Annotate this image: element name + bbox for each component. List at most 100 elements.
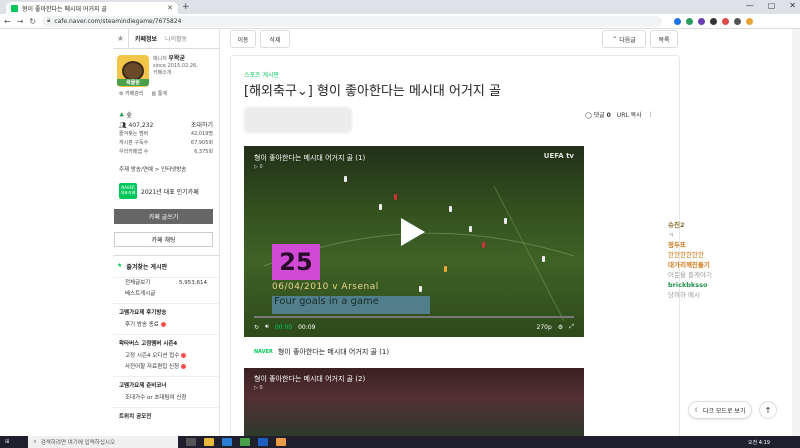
taskbar-search[interactable]: ⌕ 검색하려면 여기에 입력하십시오 [27,436,178,448]
cafe-stats: 👥︎ 407,232 초대하기 즐겨찾는 멤버 42,019명 게시판 구독수 67,… [119,121,213,155]
new-badge-icon [181,364,187,369]
profile-avatar[interactable] [746,17,754,25]
menu-section: 왁타버스 고정멤버 시즌4 [113,334,219,351]
app-icon[interactable] [257,438,268,446]
fav-boards-header: ★ 즐겨찾는 게시판 [113,255,219,278]
menu-item[interactable]: 조대가수 or 초대팀여 신청 [113,393,219,404]
tray-clock[interactable]: 오전 4:19 [748,439,770,446]
tab-my-activity[interactable]: 나의활동 [163,34,189,43]
star-icon: ★ [117,262,123,269]
video-title: 형이 좋아한다는 메시대 어거지 골 (1) [254,154,366,162]
replay-icon[interactable]: ↻ [254,324,259,331]
cafe-favicon-icon [11,4,18,12]
quality-selector[interactable]: 270p [537,324,552,331]
fullscreen-icon[interactable]: ⤢ [569,323,574,331]
comments-link[interactable]: ◯ 댓글 0 [585,110,611,119]
next-post-button[interactable]: ⌃ 다음글 [602,30,646,48]
volume-icon[interactable]: 🔊︎ [265,323,269,331]
new-tab-icon[interactable]: + [182,2,190,12]
chat-name: 대가리깨진돌기 [668,261,710,269]
window-controls: — ▢ ✕ [746,1,796,10]
stats-link[interactable]: ▥ 통계 [151,90,167,97]
page-scrollbar[interactable] [792,29,800,438]
reload-icon[interactable]: ↻ [29,17,36,26]
new-badge-icon [181,353,187,358]
comment-icon: ◯ [585,112,592,119]
windows-start-icon[interactable]: ⊞ [5,439,10,445]
video-caption-title[interactable]: 형이 좋아한다는 메시대 어거지 골 (1) [278,347,389,357]
chrome-icon[interactable] [275,438,286,446]
menu-item[interactable]: 전체글보기 5,953,614 [113,278,219,289]
url-text: cafe.naver.com/steamindiegame/7675824 [54,17,182,25]
match-date: 06/04/2010 v Arsenal [272,282,379,292]
chat-name: 정두또 [668,241,686,249]
cafe-theme: 주제 방송/연예 > 인터넷방송 [119,167,187,173]
naver-tag: NAVER [254,349,273,355]
close-window-icon[interactable]: ✕ [789,1,796,10]
tree-icon: ♣ [119,112,125,119]
extension-icon[interactable] [734,17,742,25]
chat-overlay: 슈진2 ㅋ 정두또 한한한한한한 대가리깨진돌기 어둔을 들게야기 brickb… [668,220,798,300]
overlay-caption: Four goals in a game [272,296,430,314]
settings-icon[interactable]: ⚙ [558,324,563,331]
cafe-intro-link[interactable]: 카페소개 [153,70,171,76]
scroll-top-button[interactable]: ↑ [759,401,777,419]
new-badge-icon [160,322,166,327]
menu-item[interactable]: 사전어할 자료편집 신청 [113,362,219,373]
cafe-chat-button[interactable]: 카페 채팅 [114,232,213,247]
tab-cafe-info[interactable]: 카페정보 [129,34,163,43]
video-title: 형이 좋아한다는 메시대 어거지 골 (2) [254,375,366,383]
back-icon[interactable]: ← [4,17,11,26]
extension-icon[interactable] [722,17,730,25]
cafe-manage-link[interactable]: ⚙ 카페관리 [119,90,143,97]
player-number: 25 [272,244,320,280]
extension-icon[interactable] [710,17,718,25]
video-player-2[interactable]: 형이 좋아한다는 메시대 어거지 골 (2) ▷ 0 [244,368,584,440]
cafe-level: ♣ 숲 [119,112,132,119]
member-count: 👥︎ 407,232 [119,122,154,129]
video-views: ▷ 0 [254,164,263,170]
cafe-info: 매니저 우왁굳 since 2015.02.26. 카페소개 [153,55,198,76]
play-icon[interactable] [401,218,425,246]
extensions [674,17,754,25]
extension-icon[interactable] [686,17,694,25]
extension-icon[interactable] [698,17,706,25]
url-field[interactable]: 🔒︎ cafe.naver.com/steamindiegame/7675824 [42,15,663,27]
menu-item[interactable]: 고정 시즌4 오디션 접수 [113,351,219,362]
video-player[interactable]: 형이 좋아한다는 메시대 어거지 골 (1) ▷ 0 UEFA tv 25 06… [244,146,584,337]
more-options-icon[interactable]: ⋮ [648,111,654,118]
move-button[interactable]: 이동 [230,30,256,48]
manager-name[interactable]: 우왁굳 [168,55,185,62]
app-icon[interactable] [239,438,250,446]
members-icon: 👥︎ [119,122,127,129]
write-post-button[interactable]: 카페 글쓰기 [114,209,213,224]
copy-url-button[interactable]: URL 복사 [617,110,642,119]
video-progress-bar[interactable] [254,316,574,318]
cafe-logo[interactable]: 왁물원 [117,55,149,87]
extension-icon[interactable] [674,17,682,25]
task-view-icon[interactable] [185,438,196,446]
chat-message: ㅋ [668,231,674,239]
lock-icon: 🔒︎ [47,17,51,24]
menu-section: 트위치 공모전 [113,407,219,424]
dark-mode-button[interactable]: ☾ 다크 모드로 보기 [688,401,752,419]
browser-tab[interactable]: 형이 좋아한다는 메시대 어거지 골 ✕ [6,2,178,14]
delete-button[interactable]: 삭제 [260,30,290,48]
file-explorer-icon[interactable] [203,438,214,446]
menu-item[interactable]: 후기 방송 종료 [113,320,219,331]
menu-section: 고멤가요제 후기방송 [113,303,219,320]
close-tab-icon[interactable]: ✕ [167,4,173,12]
app-icon[interactable] [221,438,232,446]
chat-message: 당하하 메시 [668,291,700,299]
minimize-icon[interactable]: — [746,1,754,10]
maximize-icon[interactable]: ▢ [768,1,776,10]
menu-item[interactable]: 베스트게시글 [113,289,219,300]
cafe-sidebar: ★ 카페정보 나의활동 왁물원 매니저 우왁굳 since 2015.02.26… [113,28,220,438]
invite-link[interactable]: 초대하기 [191,121,213,130]
video-views: ▷ 0 [254,385,263,391]
list-button[interactable]: 목록 [650,30,678,48]
board-link[interactable]: 스포츠 게시판 [244,70,279,79]
article-toolbar: 이동 삭제 ⌃ 다음글 목록 [230,29,680,49]
forward-icon[interactable]: → [17,17,24,26]
star-icon[interactable]: ★ [113,28,129,49]
